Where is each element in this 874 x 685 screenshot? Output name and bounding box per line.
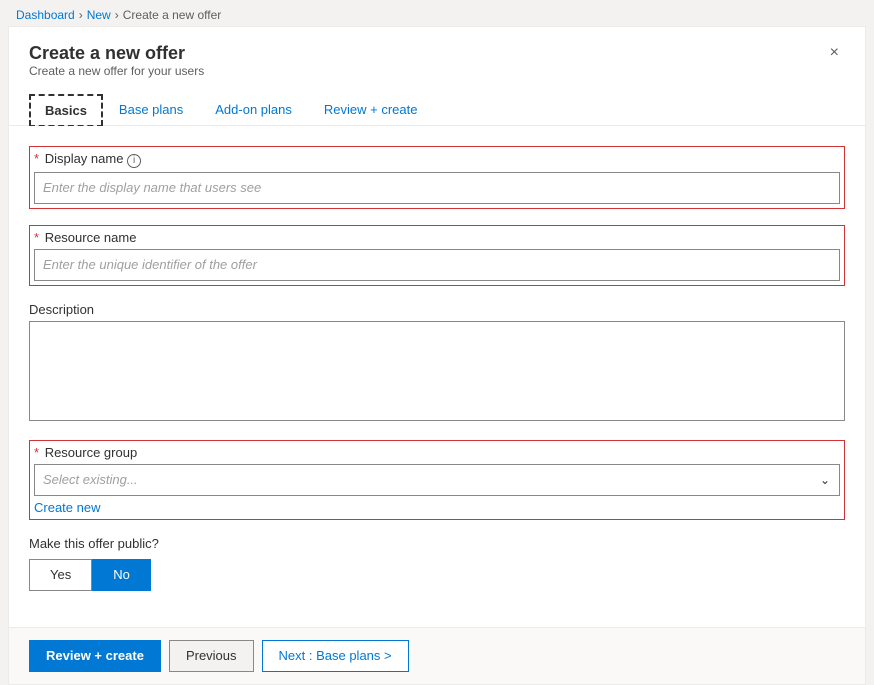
resource-group-required-star: * (34, 445, 39, 460)
tab-base-plans[interactable]: Base plans (103, 94, 199, 125)
panel-title: Create a new offer (29, 43, 204, 64)
description-group: Description (29, 302, 845, 424)
panel-footer: Review + create Previous Next : Base pla… (9, 627, 865, 684)
panel-subtitle: Create a new offer for your users (29, 64, 204, 78)
yes-button[interactable]: Yes (29, 559, 92, 591)
page-container: Dashboard › New › Create a new offer Cre… (0, 0, 874, 632)
close-button[interactable]: × (824, 43, 845, 63)
resource-name-required-star: * (34, 230, 39, 245)
display-name-label: Display name (45, 151, 124, 166)
main-panel: Create a new offer Create a new offer fo… (8, 26, 866, 685)
panel-body: * Display name i * Resource name Descrip… (9, 126, 865, 627)
breadcrumb: Dashboard › New › Create a new offer (0, 0, 874, 26)
breadcrumb-dashboard[interactable]: Dashboard (16, 8, 75, 22)
resource-group-label-row: * Resource group (34, 445, 840, 460)
make-public-group: Make this offer public? Yes No (29, 536, 845, 591)
display-name-required-star: * (34, 151, 39, 166)
resource-name-input[interactable] (34, 249, 840, 281)
display-name-info-icon[interactable]: i (127, 154, 141, 168)
tab-add-on-plans[interactable]: Add-on plans (199, 94, 308, 125)
display-name-group: * Display name i (29, 146, 845, 209)
resource-group-label: Resource group (45, 445, 138, 460)
resource-group-group: * Resource group Select existing... ⌄ Cr… (29, 440, 845, 520)
resource-name-label: Resource name (45, 230, 137, 245)
review-create-button[interactable]: Review + create (29, 640, 161, 672)
resource-name-label-row: * Resource name (34, 230, 840, 245)
panel-header: Create a new offer Create a new offer fo… (9, 27, 865, 126)
make-public-label: Make this offer public? (29, 536, 845, 551)
previous-button[interactable]: Previous (169, 640, 254, 672)
toggle-group: Yes No (29, 559, 845, 591)
breadcrumb-new[interactable]: New (87, 8, 111, 22)
description-label: Description (29, 302, 845, 317)
resource-name-group: * Resource name (29, 225, 845, 286)
resource-group-select-wrapper: Select existing... ⌄ (34, 464, 840, 496)
no-button[interactable]: No (92, 559, 151, 591)
tabs-container: Basics Base plans Add-on plans Review + … (29, 94, 845, 125)
resource-group-select[interactable]: Select existing... (34, 464, 840, 496)
create-new-link[interactable]: Create new (34, 500, 100, 515)
next-button[interactable]: Next : Base plans > (262, 640, 409, 672)
breadcrumb-current: Create a new offer (123, 8, 222, 22)
tab-review-create[interactable]: Review + create (308, 94, 434, 125)
description-textarea[interactable] (29, 321, 845, 421)
display-name-input[interactable] (34, 172, 840, 204)
display-name-label-row: * Display name i (34, 151, 840, 168)
tab-basics[interactable]: Basics (29, 94, 103, 126)
